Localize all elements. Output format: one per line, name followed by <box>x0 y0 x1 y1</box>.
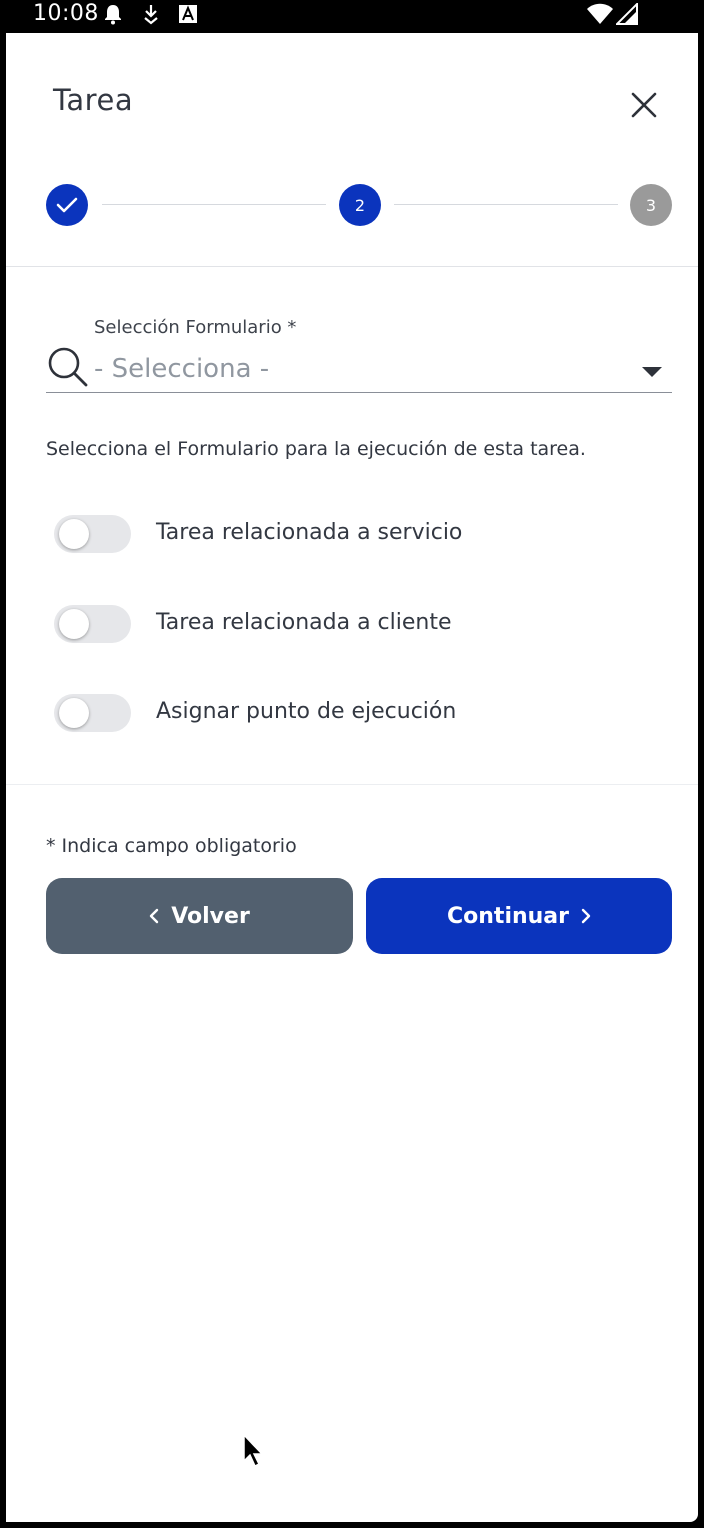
back-button[interactable]: Volver <box>46 878 353 954</box>
toggle-row-cliente: Tarea relacionada a cliente <box>54 604 654 644</box>
toggle-label: Asignar punto de ejecución <box>156 699 457 724</box>
chevron-down-icon <box>642 367 662 377</box>
toggle-punto-ejecucion[interactable] <box>54 694 131 732</box>
footer-divider <box>6 784 698 785</box>
back-button-label: Volver <box>171 903 250 929</box>
toggle-knob <box>59 698 89 728</box>
step-active: 2 <box>339 184 381 226</box>
continue-button-label: Continuar <box>447 903 569 929</box>
close-button[interactable] <box>624 85 664 125</box>
helper-text: Selecciona el Formulario para la ejecuci… <box>46 438 586 460</box>
toggle-knob <box>59 609 89 639</box>
required-note: * Indica campo obligatorio <box>46 835 297 857</box>
signal-icon <box>616 3 638 25</box>
status-bar: 10:08 <box>0 0 704 33</box>
chevron-left-icon <box>150 908 159 924</box>
toggle-row-punto: Asignar punto de ejecución <box>54 693 654 733</box>
step-pending: 3 <box>630 184 672 226</box>
form-select[interactable]: - Selecciona - <box>46 341 672 393</box>
toggle-label: Tarea relacionada a servicio <box>156 520 463 545</box>
status-time: 10:08 <box>33 1 99 26</box>
bell-icon <box>105 5 121 25</box>
close-icon <box>631 92 657 118</box>
step-completed <box>46 184 88 226</box>
toggle-label: Tarea relacionada a cliente <box>156 610 452 635</box>
select-value: - Selecciona - <box>94 354 270 384</box>
step-connector <box>394 204 618 205</box>
download-icon <box>144 5 158 25</box>
stepper: 2 3 <box>46 184 672 226</box>
task-dialog: Tarea 2 3 Selección Formulario * - Selec… <box>6 33 698 1522</box>
mouse-cursor-icon <box>243 1433 264 1468</box>
step-connector <box>102 204 326 205</box>
continue-button[interactable]: Continuar <box>366 878 672 954</box>
toggle-knob <box>59 519 89 549</box>
a-box-icon <box>179 5 197 23</box>
search-icon <box>48 347 88 387</box>
header-divider <box>6 266 698 267</box>
toggle-cliente[interactable] <box>54 605 131 643</box>
field-label: Selección Formulario * <box>94 317 297 338</box>
background-edge <box>698 1306 704 1528</box>
wifi-icon <box>587 3 613 24</box>
toggle-servicio[interactable] <box>54 515 131 553</box>
chevron-right-icon <box>581 908 591 924</box>
check-icon <box>56 197 78 213</box>
dialog-title: Tarea <box>53 83 134 117</box>
toggle-row-servicio: Tarea relacionada a servicio <box>54 514 654 554</box>
